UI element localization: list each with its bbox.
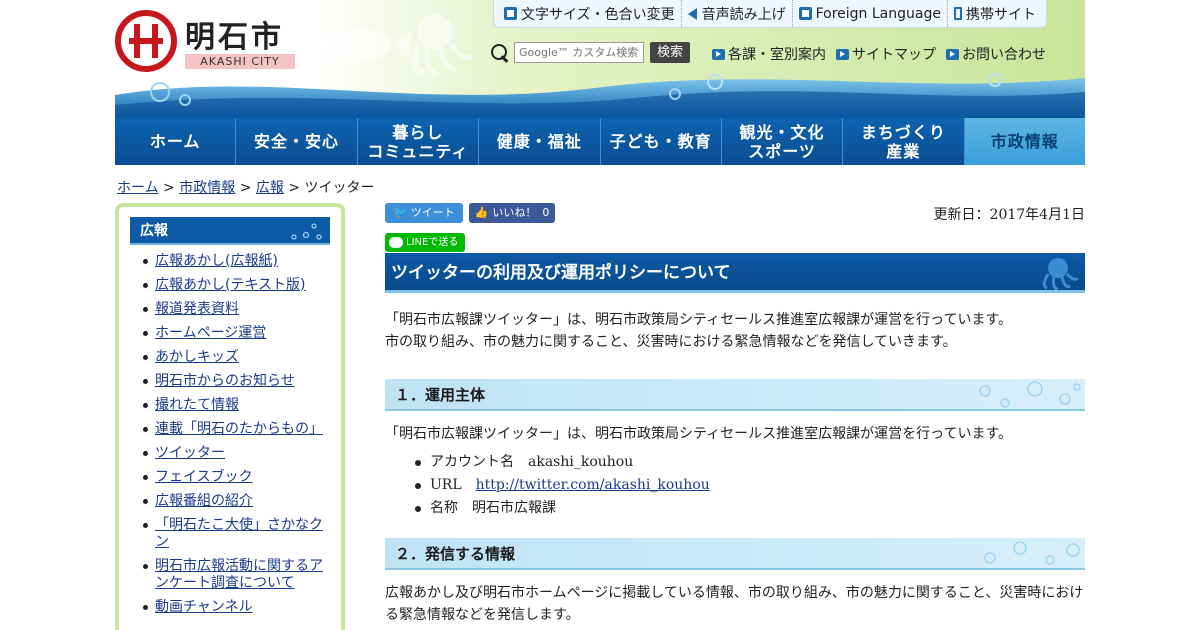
search-icon [490, 43, 510, 63]
sidebar-item-treasures-series: 連載「明石のたからもの」 [141, 421, 331, 438]
sidebar-item-kouhou-akashi-text: 広報あかし(テキスト版) [141, 277, 331, 294]
intro-line-2: 市の取り組み、市の魅力に関すること、災害時における緊急情報などを発信していきます… [385, 334, 957, 350]
city-logo[interactable]: 明石市 AKASHI CITY [115, 10, 295, 72]
breadcrumb-home[interactable]: ホーム [117, 180, 159, 196]
sidebar-item-press-release: 報道発表資料 [141, 301, 331, 318]
sidebar-item-notices: 明石市からのお知らせ [141, 373, 331, 390]
breadcrumb-current: ツイッター [304, 180, 375, 196]
search-button[interactable]: 検索 [650, 42, 690, 63]
twitter-bird-icon: 🐦 [393, 206, 407, 219]
like-button[interactable]: 👍 いいね！ 0 [468, 203, 556, 223]
foreign-language-link[interactable]: Foreign Language [791, 0, 947, 27]
sitemap-link[interactable]: サイトマップ [836, 44, 936, 64]
city-name: 明石市 [185, 20, 284, 55]
department-guide-link[interactable]: 各課・室別案内 [712, 44, 826, 64]
thumbs-up-icon: 👍 [474, 206, 489, 219]
account-display-name-item: 名称 明石市広報課 [415, 497, 1085, 520]
bubbles-icon [984, 541, 1080, 565]
line-share-button[interactable]: LINEで送る [385, 233, 465, 252]
sidebar-item-facebook: フェイスブック [141, 469, 331, 486]
sidebar-item-tako-ambassador: 「明石たこ大使」さかなクン [141, 517, 331, 551]
mobile-phone-icon [953, 7, 962, 20]
twitter-url-link[interactable]: http://twitter.com/akashi_kouhou [476, 477, 710, 493]
sidebar-item-video-channel: 動画チャンネル [141, 599, 331, 616]
account-name-item: アカウント名 akashi_kouhou [415, 451, 1085, 474]
nav-urban-industry[interactable]: まちづくり 産業 [842, 118, 963, 165]
city-emblem-icon [115, 10, 177, 72]
sidebar-title: 広報 [130, 217, 330, 245]
section2-text-line-2: る緊急情報などを発信します。 [385, 607, 580, 623]
sidebar-item-website-operation: ホームページ運営 [141, 325, 331, 342]
arrow-right-icon [836, 48, 849, 60]
section2-text-line-1: 広報あかし及び明石市ホームページに掲載している情報、市の取り組み、市の魅力に関す… [385, 585, 1084, 601]
intro-line-1: 「明石市広報課ツイッター」は、明石市政策局シティセールス推進室広報課が運営を行っ… [385, 312, 1013, 328]
section-heading-information: ２．発信する情報 [385, 538, 1085, 570]
nav-home[interactable]: ホーム [115, 118, 235, 165]
breadcrumb: ホーム > 市政情報 > 広報 > ツイッター [117, 177, 375, 197]
page: 明石市 AKASHI CITY 文字サイズ・色合い変更 音声読み上げ Forei… [115, 0, 1085, 630]
sidebar-item-pr-programs: 広報番組の紹介 [141, 493, 331, 510]
nav-living-community[interactable]: 暮らし コミュニティ [356, 118, 478, 165]
nav-tourism-culture-sports[interactable]: 観光・文化 スポーツ [720, 118, 842, 165]
breadcrumb-separator: > [163, 180, 175, 196]
account-info-list: アカウント名 akashi_kouhou URL http://twitter.… [415, 451, 1085, 520]
sidebar-item-akashi-kids: あかしキッズ [141, 349, 331, 366]
search-input[interactable] [514, 42, 644, 63]
city-name-english: AKASHI CITY [185, 54, 295, 69]
contact-link[interactable]: お問い合わせ [946, 44, 1046, 64]
bubbles-icon [291, 223, 322, 240]
site-header: 明石市 AKASHI CITY 文字サイズ・色合い変更 音声読み上げ Forei… [115, 0, 1085, 118]
global-nav: ホーム 安全・安心 暮らし コミュニティ 健康・福祉 子ども・教育 観光・文化 … [115, 118, 1085, 165]
breadcrumb-separator: > [288, 180, 301, 196]
account-url-item: URL http://twitter.com/akashi_kouhou [415, 474, 1085, 497]
section1-text: 「明石市広報課ツイッター」は、明石市政策局シティセールス推進室広報課が運営を行っ… [385, 426, 1013, 442]
tweet-button[interactable]: 🐦 ツイート [385, 203, 463, 223]
main-content: 🐦 ツイート 👍 いいね！ 0 更新日：2017年4月1日 LINEで送る ツイッター… [385, 203, 1085, 626]
utility-links: 文字サイズ・色合い変更 音声読み上げ Foreign Language 携帯サイ… [493, 0, 1047, 28]
nav-safety[interactable]: 安全・安心 [235, 118, 356, 165]
bubbles-icon [979, 381, 1081, 408]
updated-date: 更新日：2017年4月1日 [933, 207, 1085, 223]
read-aloud-link[interactable]: 音声読み上げ [680, 0, 792, 27]
text-size-color-link[interactable]: 文字サイズ・色合い変更 [498, 0, 681, 27]
octopus-icon [1042, 258, 1079, 290]
nav-city-info[interactable]: 市政情報 [963, 118, 1085, 165]
like-count: 0 [542, 206, 550, 219]
sidebar-item-pr-survey: 明石市広報活動に関するアンケート調査について [141, 558, 331, 592]
breadcrumb-public-relations[interactable]: 広報 [256, 180, 284, 196]
sidebar-list: 広報あかし(広報紙) 広報あかし(テキスト版) 報道発表資料 ホームページ運営 … [141, 253, 331, 623]
text-size-icon [504, 7, 517, 20]
sidebar-item-kouhou-akashi: 広報あかし(広報紙) [141, 253, 331, 270]
speaker-icon [687, 7, 697, 20]
nav-health-welfare[interactable]: 健康・福祉 [478, 118, 599, 165]
mobile-site-link[interactable]: 携帯サイト [946, 0, 1042, 27]
sidebar-item-fresh-news: 撮れたて情報 [141, 397, 331, 414]
section-heading-operator: １．運用主体 [385, 379, 1085, 411]
arrow-right-icon [946, 48, 959, 60]
line-logo-icon [389, 237, 403, 248]
breadcrumb-separator: > [239, 180, 252, 196]
site-search: 検索 [490, 42, 690, 63]
sidebar-item-twitter: ツイッター [141, 445, 331, 462]
sidebar: 広報 広報あかし(広報紙) 広報あかし(テキスト版) 報道発表資料 ホームページ… [115, 203, 345, 630]
header-sub-links: 各課・室別案内 サイトマップ お問い合わせ [712, 44, 1056, 64]
globe-icon [798, 7, 812, 20]
arrow-right-icon [712, 48, 725, 60]
nav-children-education[interactable]: 子ども・教育 [599, 118, 721, 165]
page-title: ツイッターの利用及び運用ポリシーについて [385, 253, 1085, 293]
breadcrumb-city-info[interactable]: 市政情報 [179, 180, 235, 196]
